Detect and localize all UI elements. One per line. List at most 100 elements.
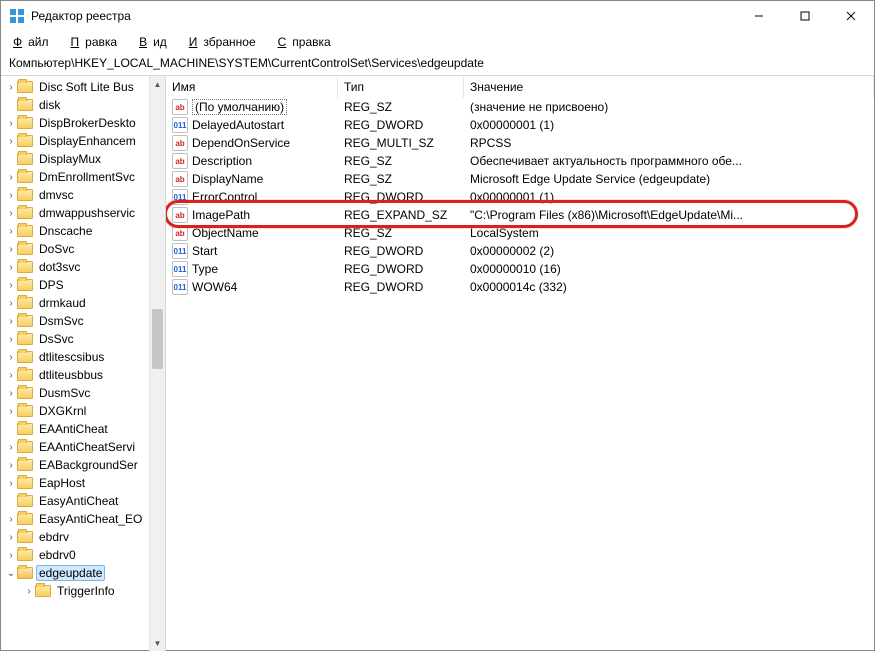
string-value-icon: ab <box>172 225 188 241</box>
chevron-right-icon[interactable]: › <box>5 226 17 237</box>
tree-item[interactable]: ›DisplayEnhancem <box>1 132 165 150</box>
folder-icon <box>17 459 33 471</box>
chevron-right-icon[interactable]: › <box>5 388 17 399</box>
tree-item[interactable]: ›EAAntiCheat <box>1 420 165 438</box>
tree-item[interactable]: ›EasyAntiCheat <box>1 492 165 510</box>
scroll-thumb[interactable] <box>152 309 163 369</box>
column-value[interactable]: Значение <box>464 76 874 98</box>
close-button[interactable] <box>828 1 874 31</box>
folder-icon <box>17 189 33 201</box>
tree-item[interactable]: ›Dnscache <box>1 222 165 240</box>
tree-scrollbar[interactable]: ▲ ▼ <box>149 76 165 651</box>
tree-item[interactable]: ›EasyAntiCheat_EO <box>1 510 165 528</box>
chevron-right-icon[interactable]: › <box>5 550 17 561</box>
tree-item[interactable]: ›DsSvc <box>1 330 165 348</box>
column-type[interactable]: Тип <box>338 76 464 98</box>
tree-item[interactable]: ›EapHost <box>1 474 165 492</box>
tree-item[interactable]: › Disc Soft Lite Bus <box>1 78 165 96</box>
chevron-right-icon[interactable]: › <box>5 136 17 147</box>
list-row[interactable]: abDescriptionREG_SZОбеспечивает актуальн… <box>166 152 874 170</box>
list-row[interactable]: 011WOW64REG_DWORD0x0000014c (332) <box>166 278 874 296</box>
chevron-right-icon[interactable]: › <box>5 208 17 219</box>
list-row[interactable]: ab(По умолчанию)REG_SZ(значение не присв… <box>166 98 874 116</box>
list-row[interactable]: abDependOnServiceREG_MULTI_SZRPCSS <box>166 134 874 152</box>
chevron-right-icon[interactable]: › <box>5 262 17 273</box>
chevron-right-icon[interactable]: › <box>5 82 17 93</box>
chevron-right-icon[interactable]: › <box>5 478 17 489</box>
registry-tree[interactable]: › Disc Soft Lite Bus ›disk›DispBrokerDeskt… <box>1 76 166 651</box>
tree-item[interactable]: ›ebdrv0 <box>1 546 165 564</box>
tree-item-label: Disc Soft Lite Bus <box>36 80 137 94</box>
menu-view[interactable]: Вид <box>133 33 179 51</box>
folder-icon <box>17 351 33 363</box>
value-name: Type <box>192 262 218 276</box>
menu-file[interactable]: Файл <box>7 33 61 51</box>
chevron-right-icon[interactable]: › <box>5 514 17 525</box>
tree-item[interactable]: ›dot3svc <box>1 258 165 276</box>
tree-item[interactable]: › dtliteusbbus <box>1 366 165 384</box>
chevron-right-icon[interactable]: › <box>5 316 17 327</box>
chevron-right-icon[interactable]: › <box>5 370 17 381</box>
tree-item[interactable]: ›DXGKrnl <box>1 402 165 420</box>
tree-item-label: dtliteusbbus <box>36 368 106 382</box>
list-row[interactable]: 011StartREG_DWORD0x00000002 (2) <box>166 242 874 260</box>
chevron-right-icon[interactable]: › <box>5 532 17 543</box>
tree-item[interactable]: ›EABackgroundSer <box>1 456 165 474</box>
chevron-right-icon[interactable]: › <box>5 118 17 129</box>
tree-item[interactable]: ›DispBrokerDeskto <box>1 114 165 132</box>
tree-item[interactable]: ›drmkaud <box>1 294 165 312</box>
value-data: 0x00000010 (16) <box>464 262 874 276</box>
list-row[interactable]: abDisplayNameREG_SZMicrosoft Edge Update… <box>166 170 874 188</box>
tree-item[interactable]: ›DmEnrollmentSvc <box>1 168 165 186</box>
list-row[interactable]: 011DelayedAutostartREG_DWORD0x00000001 (… <box>166 116 874 134</box>
folder-icon <box>17 423 33 435</box>
column-name[interactable]: Имя <box>166 76 338 98</box>
chevron-right-icon[interactable]: › <box>5 244 17 255</box>
chevron-right-icon[interactable]: › <box>23 586 35 597</box>
tree-item[interactable]: › ebdrv <box>1 528 165 546</box>
chevron-right-icon[interactable]: › <box>5 442 17 453</box>
menu-help[interactable]: Справка <box>272 33 343 51</box>
tree-item-label: ebdrv <box>36 530 72 544</box>
folder-icon <box>17 495 33 507</box>
tree-item[interactable]: ›DPS <box>1 276 165 294</box>
value-type: REG_MULTI_SZ <box>338 136 464 150</box>
maximize-button[interactable] <box>782 1 828 31</box>
chevron-down-icon[interactable]: ⌄ <box>5 568 17 579</box>
tree-item[interactable]: ›DisplayMux <box>1 150 165 168</box>
folder-icon <box>17 441 33 453</box>
tree-item[interactable]: ›DoSvc <box>1 240 165 258</box>
tree-item[interactable]: ›disk <box>1 96 165 114</box>
scroll-up-icon[interactable]: ▲ <box>150 76 165 92</box>
list-row[interactable]: 011ErrorControlREG_DWORD0x00000001 (1) <box>166 188 874 206</box>
string-value-icon: ab <box>172 153 188 169</box>
menu-edit[interactable]: Правка <box>65 33 130 51</box>
tree-item[interactable]: ›dmwappushservic <box>1 204 165 222</box>
chevron-right-icon[interactable]: › <box>5 334 17 345</box>
chevron-right-icon[interactable]: › <box>5 172 17 183</box>
list-row[interactable]: abObjectNameREG_SZLocalSystem <box>166 224 874 242</box>
list-row[interactable]: 011TypeREG_DWORD0x00000010 (16) <box>166 260 874 278</box>
chevron-right-icon[interactable]: › <box>5 190 17 201</box>
chevron-right-icon[interactable]: › <box>5 460 17 471</box>
tree-item[interactable]: ›dtlitescsibus <box>1 348 165 366</box>
chevron-right-icon[interactable]: › <box>5 352 17 363</box>
tree-item[interactable]: ›EAAntiCheatServi <box>1 438 165 456</box>
tree-item[interactable]: ›DusmSvc <box>1 384 165 402</box>
scroll-down-icon[interactable]: ▼ <box>150 635 165 651</box>
tree-item[interactable]: › DsmSvc <box>1 312 165 330</box>
chevron-right-icon[interactable]: › <box>5 406 17 417</box>
tree-item[interactable]: ›dmvsc <box>1 186 165 204</box>
window-controls <box>736 1 874 31</box>
tree-item[interactable]: ⌄edgeupdate <box>1 564 165 582</box>
menu-favorites[interactable]: Избранное <box>183 33 268 51</box>
folder-icon <box>17 99 33 111</box>
chevron-right-icon[interactable]: › <box>5 298 17 309</box>
address-bar[interactable]: Компьютер\HKEY_LOCAL_MACHINE\SYSTEM\Curr… <box>1 53 874 76</box>
chevron-right-icon[interactable]: › <box>5 280 17 291</box>
tree-item-label: DsmSvc <box>36 314 87 328</box>
tree-item[interactable]: ›TriggerInfo <box>1 582 165 600</box>
list-row[interactable]: abImagePathREG_EXPAND_SZ"C:\Program File… <box>166 206 874 224</box>
value-data: 0x00000001 (1) <box>464 190 874 204</box>
minimize-button[interactable] <box>736 1 782 31</box>
